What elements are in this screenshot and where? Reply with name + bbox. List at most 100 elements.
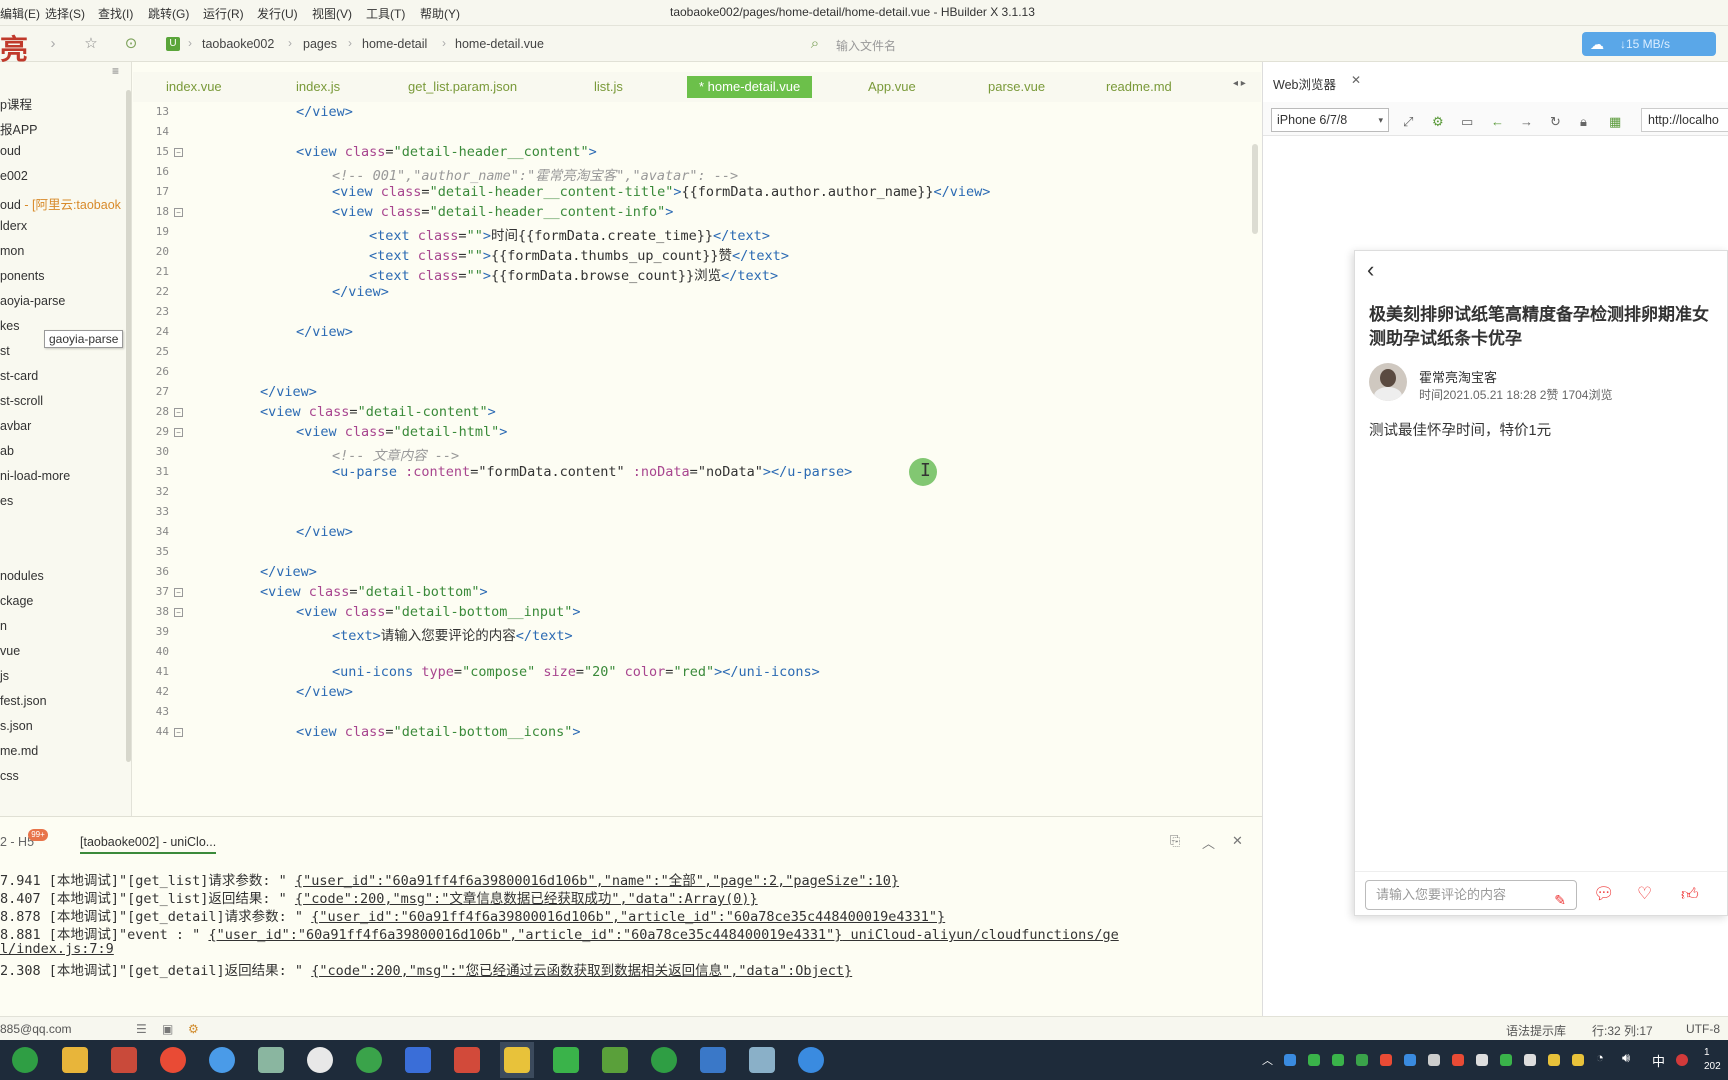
app-icon[interactable] xyxy=(651,1047,677,1073)
tree-item-cloud[interactable]: oud - [阿里云:taobaok xyxy=(0,194,121,213)
menu-select[interactable]: 选择(S) xyxy=(45,5,85,22)
tray-icon[interactable] xyxy=(1676,1054,1688,1066)
tray-chevron-up-icon[interactable]: ︿ xyxy=(1262,1052,1273,1068)
app-icon[interactable] xyxy=(700,1047,726,1073)
back-icon[interactable]: ‹ xyxy=(1367,257,1374,283)
account-email[interactable]: 885@qq.com xyxy=(0,1022,72,1036)
terminal-icon[interactable]: ▣ xyxy=(162,1022,173,1036)
console-tab-unicloud[interactable]: [taobaoke002] - uniClo... xyxy=(80,835,217,854)
app-icon[interactable] xyxy=(602,1047,628,1073)
tray-icon[interactable] xyxy=(1332,1054,1344,1066)
plugin-icon[interactable]: ⚙ xyxy=(188,1022,199,1036)
console-source-link[interactable]: uniCloud-aliyun/cloudfunctions/ge xyxy=(842,927,1119,943)
tree-item[interactable]: n xyxy=(0,619,7,633)
volume-icon[interactable]: 🔊︎ xyxy=(1622,1050,1630,1066)
rotate-icon[interactable]: ⤢ xyxy=(1403,114,1413,130)
tray-icon[interactable] xyxy=(1452,1054,1464,1066)
tree-item[interactable]: fest.json xyxy=(0,694,47,708)
tab-web-browser[interactable]: Web浏览器 xyxy=(1273,74,1336,93)
encoding[interactable]: UTF-8 xyxy=(1686,1022,1720,1036)
close-icon[interactable]: ✕ xyxy=(1351,73,1361,87)
tab-list-js[interactable]: list.js xyxy=(594,76,623,98)
tab-index-vue[interactable]: index.vue xyxy=(166,76,222,98)
refresh-icon[interactable]: ↻ xyxy=(1550,114,1561,130)
fold-toggle-icon[interactable]: − xyxy=(174,408,183,417)
console-icon[interactable]: ▭ xyxy=(1461,114,1473,130)
menu-run[interactable]: 运行(R) xyxy=(203,5,244,22)
export-icon[interactable]: ⎘ xyxy=(1170,833,1180,849)
fold-toggle-icon[interactable]: − xyxy=(174,148,183,157)
tab-scroll-arrows-icon[interactable]: ◂ ▸ xyxy=(1233,78,1246,89)
menu-tools[interactable]: 工具(T) xyxy=(366,5,405,22)
tree-item[interactable]: ponents xyxy=(0,269,44,283)
sidebar-scrollbar[interactable] xyxy=(126,90,131,762)
file-search-input[interactable]: 输入文件名 xyxy=(836,37,896,54)
tree-item[interactable]: vue xyxy=(0,644,20,658)
tree-item[interactable]: s.json xyxy=(0,719,33,733)
chrome-icon[interactable] xyxy=(160,1047,186,1073)
menu-find[interactable]: 查找(I) xyxy=(98,5,133,22)
heart-icon[interactable]: ♡ xyxy=(1637,884,1652,904)
console-link[interactable]: {"code":200,"msg":"您已经通过云函数获取到数据相关返回信息",… xyxy=(311,963,852,979)
fold-toggle-icon[interactable]: − xyxy=(174,208,183,217)
tree-item[interactable]: ni-load-more xyxy=(0,469,70,483)
tray-icon[interactable] xyxy=(1524,1054,1536,1066)
comment-input[interactable]: 请输入您要评论的内容 ✎ xyxy=(1365,880,1577,910)
clock[interactable]: 1 202 xyxy=(1704,1046,1721,1074)
forward-arrow-icon[interactable]: → xyxy=(1520,114,1533,129)
word-icon[interactable] xyxy=(405,1047,431,1073)
menu-edit[interactable]: 编辑(E) xyxy=(0,5,40,22)
chevron-right-icon[interactable]: › xyxy=(44,35,62,53)
tree-item[interactable]: st xyxy=(0,344,10,358)
comment-icon[interactable]: 💬︎ xyxy=(1593,884,1615,904)
list-icon[interactable]: ☰ xyxy=(136,1022,147,1036)
app-icon[interactable] xyxy=(111,1047,137,1073)
wifi-icon[interactable]: ◔ xyxy=(1596,1050,1604,1065)
tab-readme-md[interactable]: readme.md xyxy=(1106,76,1172,98)
input-method[interactable]: 中 xyxy=(1652,1051,1665,1070)
tray-icon[interactable] xyxy=(1404,1054,1416,1066)
tray-icon[interactable] xyxy=(1476,1054,1488,1066)
tray-icon[interactable] xyxy=(1548,1054,1560,1066)
chrome-icon[interactable] xyxy=(209,1047,235,1073)
app-icon[interactable] xyxy=(749,1047,775,1073)
app-icon[interactable] xyxy=(798,1047,824,1073)
tray-icon[interactable] xyxy=(1284,1054,1296,1066)
url-input[interactable]: http://localho xyxy=(1641,108,1728,132)
tab-index-js[interactable]: index.js xyxy=(296,76,340,98)
editor-scrollbar[interactable] xyxy=(1252,144,1258,234)
menu-help[interactable]: 帮助(Y) xyxy=(420,5,460,22)
tab-home-detail-vue[interactable]: * home-detail.vue xyxy=(687,76,813,98)
tree-item[interactable]: nodules xyxy=(0,569,44,583)
tray-icon[interactable] xyxy=(1308,1054,1320,1066)
menu-view[interactable]: 视图(V) xyxy=(312,5,352,22)
clear-console-icon[interactable]: ✕ xyxy=(1232,833,1243,849)
menu-goto[interactable]: 跳转(G) xyxy=(148,5,189,22)
breadcrumb-project[interactable]: taobaoke002 xyxy=(202,37,274,51)
tray-icon[interactable] xyxy=(1356,1054,1368,1066)
app-icon[interactable] xyxy=(258,1047,284,1073)
baidu-netdisk-icon[interactable] xyxy=(307,1047,333,1073)
folder-icon[interactable] xyxy=(62,1047,88,1073)
tree-item[interactable]: ckage xyxy=(0,594,33,608)
fold-toggle-icon[interactable]: − xyxy=(174,428,183,437)
tree-item[interactable]: 报APP xyxy=(0,119,38,138)
tree-item[interactable]: kes xyxy=(0,319,19,333)
console-link[interactable]: {"user_id":"60a91ff4f6a39800016d106b","a… xyxy=(208,927,842,943)
fold-toggle-icon[interactable]: − xyxy=(174,728,183,737)
breadcrumb-folder[interactable]: home-detail xyxy=(362,37,427,51)
lock-icon[interactable]: 🔒︎ xyxy=(1580,114,1587,130)
chevron-up-icon[interactable]: ︿ xyxy=(1202,833,1215,852)
tree-item[interactable]: st-scroll xyxy=(0,394,43,408)
tab-app-vue[interactable]: App.vue xyxy=(868,76,916,98)
compose-icon[interactable]: ✎ xyxy=(1554,886,1566,914)
tray-icon[interactable] xyxy=(1572,1054,1584,1066)
run-icon[interactable]: ⊙ xyxy=(122,35,140,53)
cursor-position[interactable]: 行:32 列:17 xyxy=(1592,1022,1653,1039)
tree-item[interactable]: oud xyxy=(0,144,21,158)
syntax-hint[interactable]: 语法提示库 xyxy=(1506,1022,1566,1039)
tab-parse-vue[interactable]: parse.vue xyxy=(988,76,1045,98)
thumbs-up-icon[interactable]: 👍︎ xyxy=(1681,884,1699,905)
tab-get-list-param[interactable]: get_list.param.json xyxy=(408,76,517,98)
tree-item[interactable]: mon xyxy=(0,244,24,258)
